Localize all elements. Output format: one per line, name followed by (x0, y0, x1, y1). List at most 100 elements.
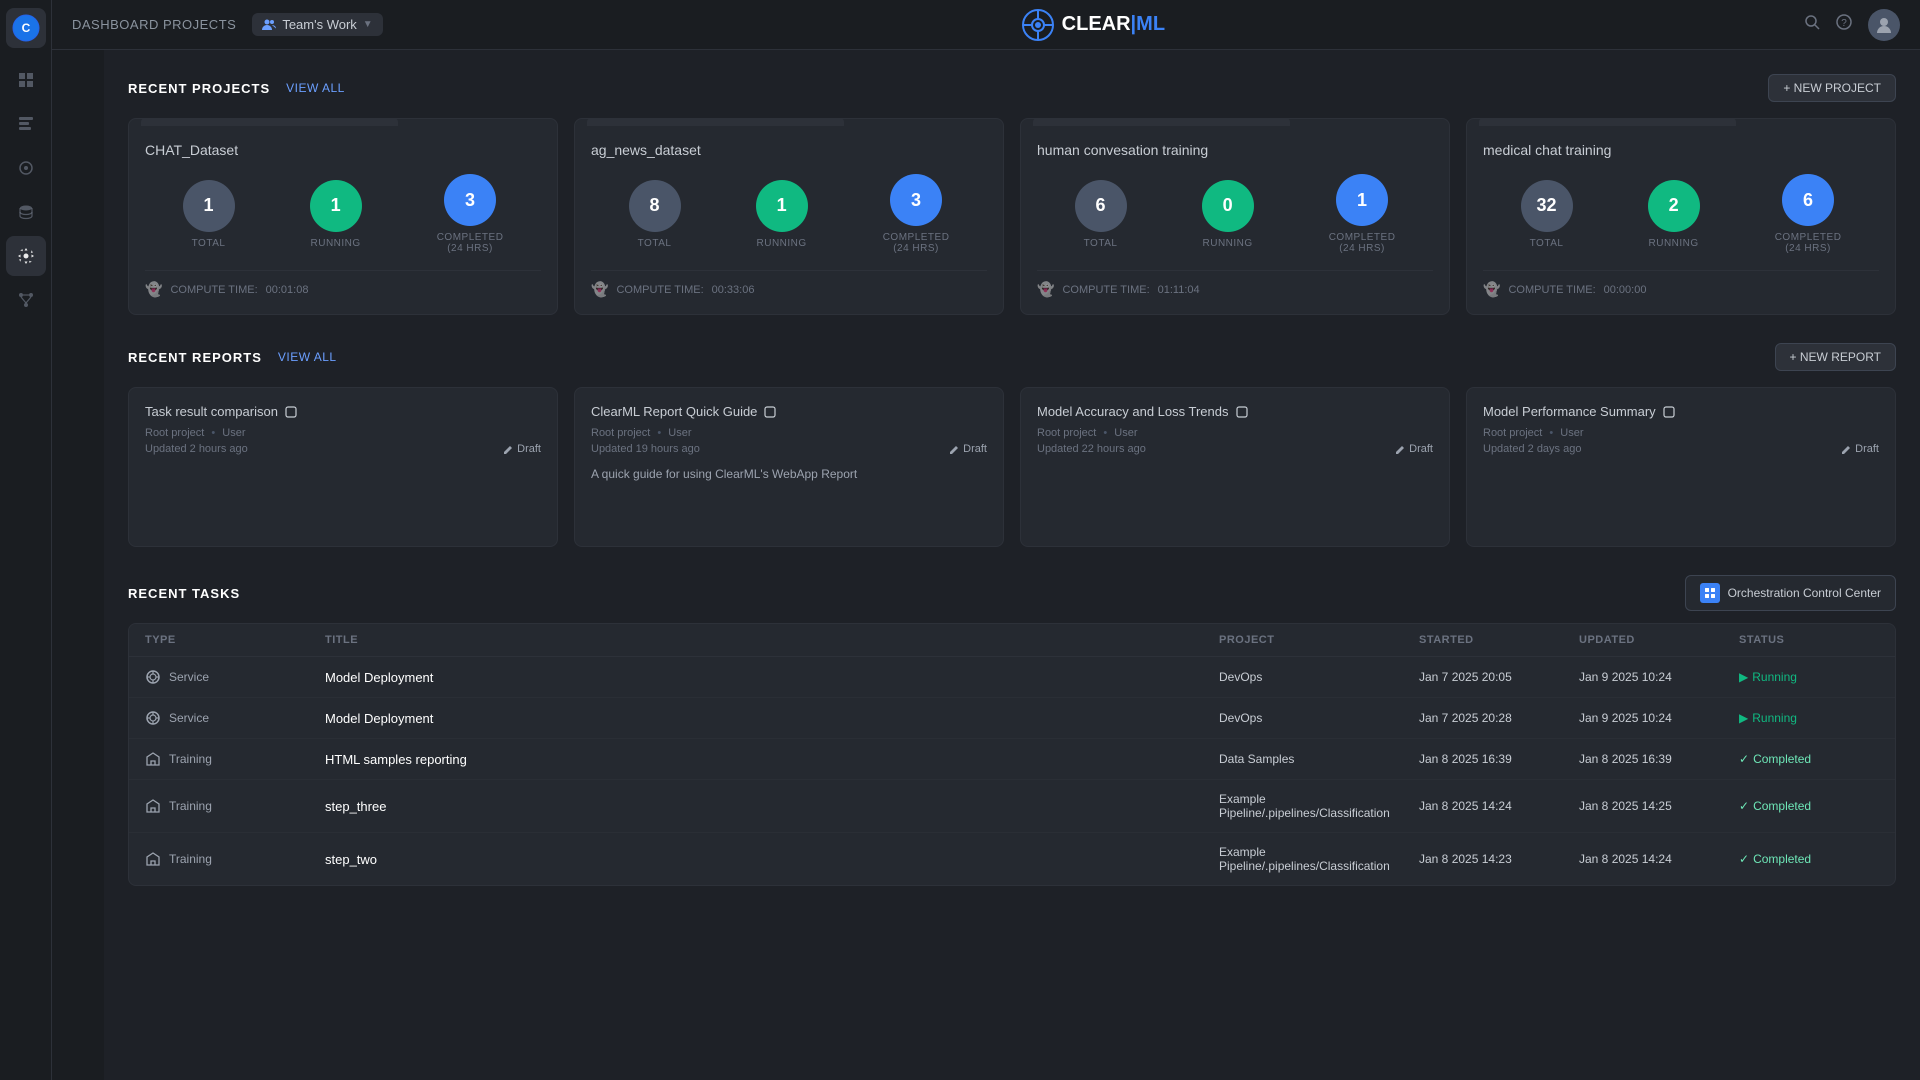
draft-badge: Draft (1841, 443, 1879, 455)
report-card-1[interactable]: ClearML Report Quick Guide Root project … (574, 387, 1004, 547)
task-updated-cell: Jan 8 2025 14:25 (1579, 799, 1739, 813)
ghost-icon: 👻 (591, 281, 608, 298)
report-root-project: Root project (591, 427, 650, 439)
project-card-2[interactable]: human convesation training 6 TOTAL 0 RUN… (1020, 118, 1450, 315)
team-label: Team's Work (282, 17, 356, 32)
stat-completed: 6 COMPLETED(24 hrs) (1775, 174, 1842, 254)
sidebar-logo[interactable]: C (6, 8, 46, 48)
report-root-project: Root project (145, 427, 204, 439)
header-project: PROJECT (1219, 634, 1419, 646)
completed-circle: 1 (1336, 174, 1388, 226)
sidebar-item-models[interactable] (6, 148, 46, 188)
training-icon (145, 851, 161, 867)
task-type-cell: Training (145, 851, 325, 867)
projects-view-all[interactable]: VIEW ALL (286, 81, 345, 95)
pencil-icon (949, 444, 959, 454)
header-updated: UPDATED (1579, 634, 1739, 646)
header-status: STATUS (1739, 634, 1879, 646)
table-row[interactable]: Service Model Deployment DevOps Jan 7 20… (129, 657, 1895, 698)
report-root-project: Root project (1037, 427, 1096, 439)
task-project-cell: Data Samples (1219, 752, 1419, 766)
report-title-text: Model Performance Summary (1483, 404, 1656, 419)
report-pin-icon (1235, 405, 1249, 419)
logo-ml: ML (1136, 13, 1165, 35)
stat-total: 8 TOTAL (629, 180, 681, 249)
task-started-cell: Jan 7 2025 20:28 (1419, 711, 1579, 725)
completed-label: COMPLETED(24 hrs) (883, 232, 950, 254)
report-pin-icon (284, 405, 298, 419)
service-icon (145, 710, 161, 726)
task-type-label: Training (169, 799, 212, 813)
status-badge: ✓Completed (1739, 852, 1879, 866)
header-title: TITLE (325, 634, 1219, 646)
report-title: Model Accuracy and Loss Trends (1037, 404, 1249, 419)
sidebar-item-datasets[interactable] (6, 192, 46, 232)
sidebar-item-experiments[interactable] (6, 104, 46, 144)
orchestration-control-center-button[interactable]: Orchestration Control Center (1685, 575, 1896, 611)
completed-circle: 3 (890, 174, 942, 226)
task-type-cell: Training (145, 798, 325, 814)
project-card-0[interactable]: CHAT_Dataset 1 TOTAL 1 RUNNING 3 COMPLET… (128, 118, 558, 315)
team-icon (262, 18, 276, 32)
project-name: human convesation training (1037, 142, 1433, 158)
task-title-cell: Model Deployment (325, 711, 1219, 726)
project-footer: 👻 COMPUTE TIME: 00:01:08 (145, 270, 541, 298)
header-started: STARTED (1419, 634, 1579, 646)
training-icon (145, 751, 161, 767)
new-project-button[interactable]: + NEW PROJECT (1768, 74, 1896, 102)
task-started-cell: Jan 8 2025 14:23 (1419, 852, 1579, 866)
pencil-icon (503, 444, 513, 454)
completed-label: COMPLETED(24 hrs) (1775, 232, 1842, 254)
report-card-3[interactable]: Model Performance Summary Root project •… (1466, 387, 1896, 547)
report-title: ClearML Report Quick Guide (591, 404, 777, 419)
table-row[interactable]: Training HTML samples reporting Data Sam… (129, 739, 1895, 780)
sidebar-item-dashboard[interactable] (6, 60, 46, 100)
project-footer: 👻 COMPUTE TIME: 01:11:04 (1037, 270, 1433, 298)
status-badge: ✓Completed (1739, 752, 1879, 766)
task-status-cell: ▶Running (1739, 670, 1879, 684)
status-badge: ✓Completed (1739, 799, 1879, 813)
report-card-2[interactable]: Model Accuracy and Loss Trends Root proj… (1020, 387, 1450, 547)
project-name: CHAT_Dataset (145, 142, 541, 158)
total-circle: 32 (1521, 180, 1573, 232)
table-row[interactable]: Training step_three Example Pipeline/.pi… (129, 780, 1895, 833)
status-badge: ▶ Running (1739, 711, 1879, 725)
user-avatar[interactable] (1868, 9, 1900, 41)
status-text: Running (1752, 711, 1797, 725)
report-user: User (668, 427, 691, 439)
help-button[interactable]: ? (1836, 14, 1852, 35)
table-header-row: TYPE TITLE PROJECT STARTED UPDATED STATU… (129, 624, 1895, 657)
completed-circle: 3 (444, 174, 496, 226)
team-selector[interactable]: Team's Work ▼ (252, 13, 382, 36)
running-circle: 0 (1202, 180, 1254, 232)
table-row[interactable]: Training step_two Example Pipeline/.pipe… (129, 833, 1895, 885)
task-updated-cell: Jan 8 2025 16:39 (1579, 752, 1739, 766)
project-name: ag_news_dataset (591, 142, 987, 158)
report-pin-icon (1662, 405, 1676, 419)
report-user: User (1114, 427, 1137, 439)
task-title-cell: step_three (325, 799, 1219, 814)
tasks-section: RECENT TASKS Orchestration Control Cente… (128, 575, 1896, 886)
running-circle: 2 (1648, 180, 1700, 232)
ghost-icon: 👻 (1037, 281, 1054, 298)
play-icon: ▶ (1739, 711, 1748, 725)
new-report-button[interactable]: + NEW REPORT (1775, 343, 1896, 371)
project-card-1[interactable]: ag_news_dataset 8 TOTAL 1 RUNNING 3 COMP… (574, 118, 1004, 315)
draft-badge: Draft (503, 443, 541, 455)
compute-time: 01:11:04 (1158, 284, 1200, 296)
sidebar-item-settings[interactable] (6, 236, 46, 276)
total-label: TOTAL (1530, 238, 1564, 249)
table-row[interactable]: Service Model Deployment DevOps Jan 7 20… (129, 698, 1895, 739)
team-dropdown-icon: ▼ (363, 19, 373, 30)
reports-view-all[interactable]: VIEW ALL (278, 350, 337, 364)
main-content: RECENT PROJECTS VIEW ALL + NEW PROJECT C… (104, 50, 1920, 1080)
report-card-0[interactable]: Task result comparison Root project • Us… (128, 387, 558, 547)
search-button[interactable] (1804, 14, 1820, 35)
project-name: medical chat training (1483, 142, 1879, 158)
compute-time: 00:01:08 (266, 284, 309, 296)
stat-total: 6 TOTAL (1075, 180, 1127, 249)
report-updated-time: Updated 22 hours ago (1037, 443, 1146, 455)
total-circle: 1 (183, 180, 235, 232)
project-card-3[interactable]: medical chat training 32 TOTAL 2 RUNNING… (1466, 118, 1896, 315)
sidebar-item-pipelines[interactable] (6, 280, 46, 320)
